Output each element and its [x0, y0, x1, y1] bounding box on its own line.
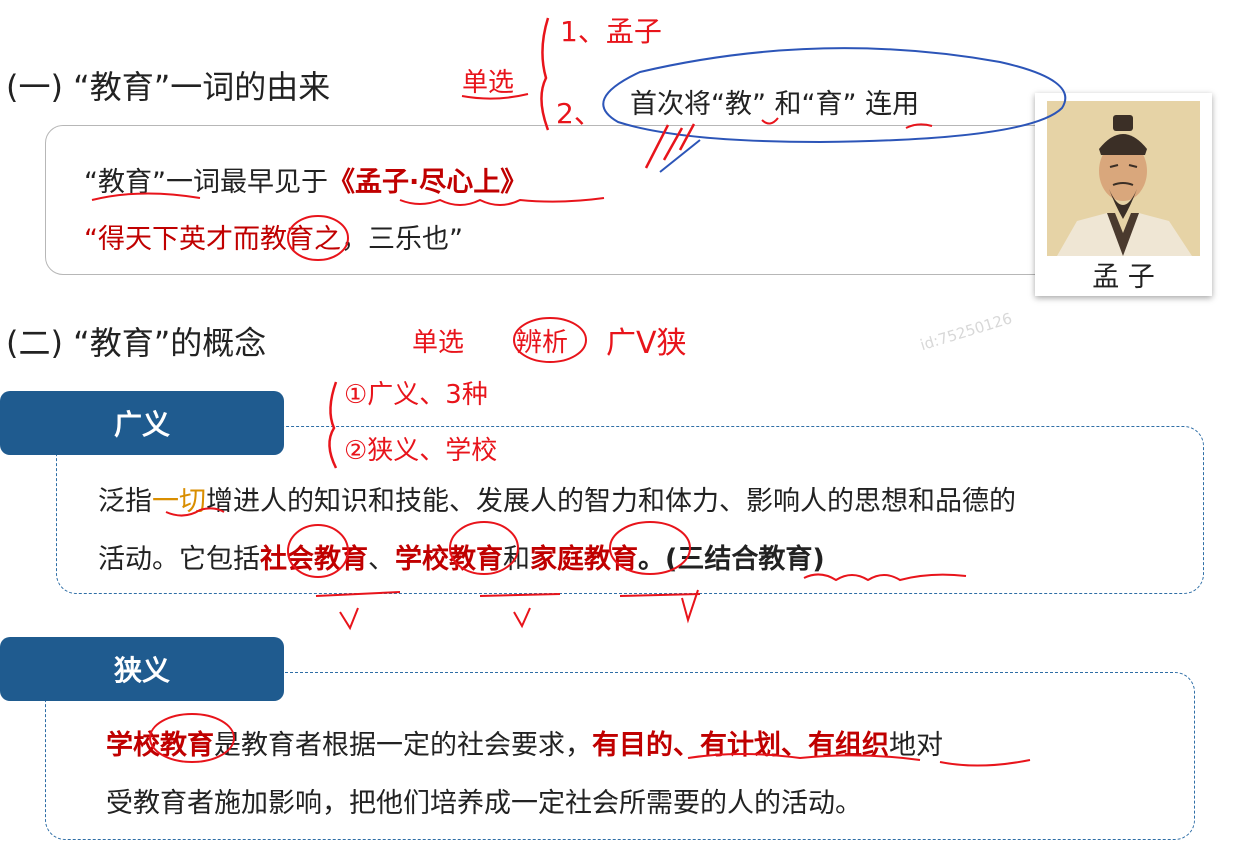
narrow-l1-d: 地对 [889, 730, 943, 761]
broad-l1-all: 一切 [152, 486, 206, 517]
watermark: id:75250126 [918, 309, 1015, 355]
broad-l2-a: 活动。它包括 [98, 544, 260, 575]
narrow-line-1: 学校教育是教育者根据一定的社会要求，有目的、有计划、有组织地对 [106, 723, 943, 762]
mencius-quote: “得天下英才而教育之 [84, 224, 341, 255]
mencius-portrait: 孟 子 [1035, 93, 1212, 296]
purposeful-planned-organized: 有目的、有计划、有组织 [592, 730, 889, 761]
broad-l1-a: 泛指 [98, 486, 152, 517]
mencius-quote-end: ，三乐也” [341, 224, 463, 255]
broad-tag: 广义 [0, 391, 284, 455]
school-education: 学校教育 [395, 544, 503, 575]
mencius-portrait-image [1047, 101, 1200, 256]
narrow-l1-b: 是教育者根据一定的社会要求， [214, 730, 592, 761]
note-broad-v-narrow: 广V狭 [606, 326, 687, 361]
margin-note-2: 2、 [556, 97, 602, 130]
narrow-line-2: 受教育者施加影响，把他们培养成一定社会所需要的人的活动。 [106, 788, 862, 819]
margin-note-mencius: 1、孟子 [560, 15, 662, 48]
broad-l2-sep: 、 [368, 544, 395, 575]
note-single-choice-2: 单选 [412, 328, 465, 358]
three-combined: 。(三结合教育) [638, 544, 825, 575]
note-single-choice-1: 单选 [462, 68, 515, 98]
origin-line-1-prefix: “教育”一词最早见于 [84, 167, 328, 198]
note-broad-three-kinds: ①广义、3种 [344, 380, 488, 410]
callout-text: 首次将“教” 和“育” 连用 [630, 89, 920, 120]
section1-heading: (一) “教育”一词的由来 [6, 68, 331, 106]
note-analysis: 辨析 [516, 328, 569, 358]
origin-line-2: “得天下英才而教育之，三乐也” [84, 217, 463, 256]
origin-line-1: “教育”一词最早见于《孟子·尽心上》 [84, 160, 527, 199]
broad-line-2: 活动。它包括社会教育、学校教育和家庭教育。(三结合教育) [98, 537, 825, 576]
broad-l2-and: 和 [503, 544, 530, 575]
section2-heading: (二) “教育”的概念 [6, 324, 267, 362]
portrait-caption: 孟 子 [1092, 262, 1155, 293]
broad-line-1: 泛指一切增进人的知识和技能、发展人的智力和体力、影响人的思想和品德的 [98, 479, 1016, 518]
family-education: 家庭教育 [530, 544, 638, 575]
broad-l1-c: 增进人的知识和技能、发展人的智力和体力、影响人的思想和品德的 [206, 486, 1016, 517]
narrow-school-education: 学校教育 [106, 730, 214, 761]
narrow-tag: 狭义 [0, 637, 284, 701]
note-narrow-school: ②狭义、学校 [344, 436, 498, 466]
social-education: 社会教育 [260, 544, 368, 575]
book-title: 《孟子·尽心上》 [327, 167, 528, 198]
